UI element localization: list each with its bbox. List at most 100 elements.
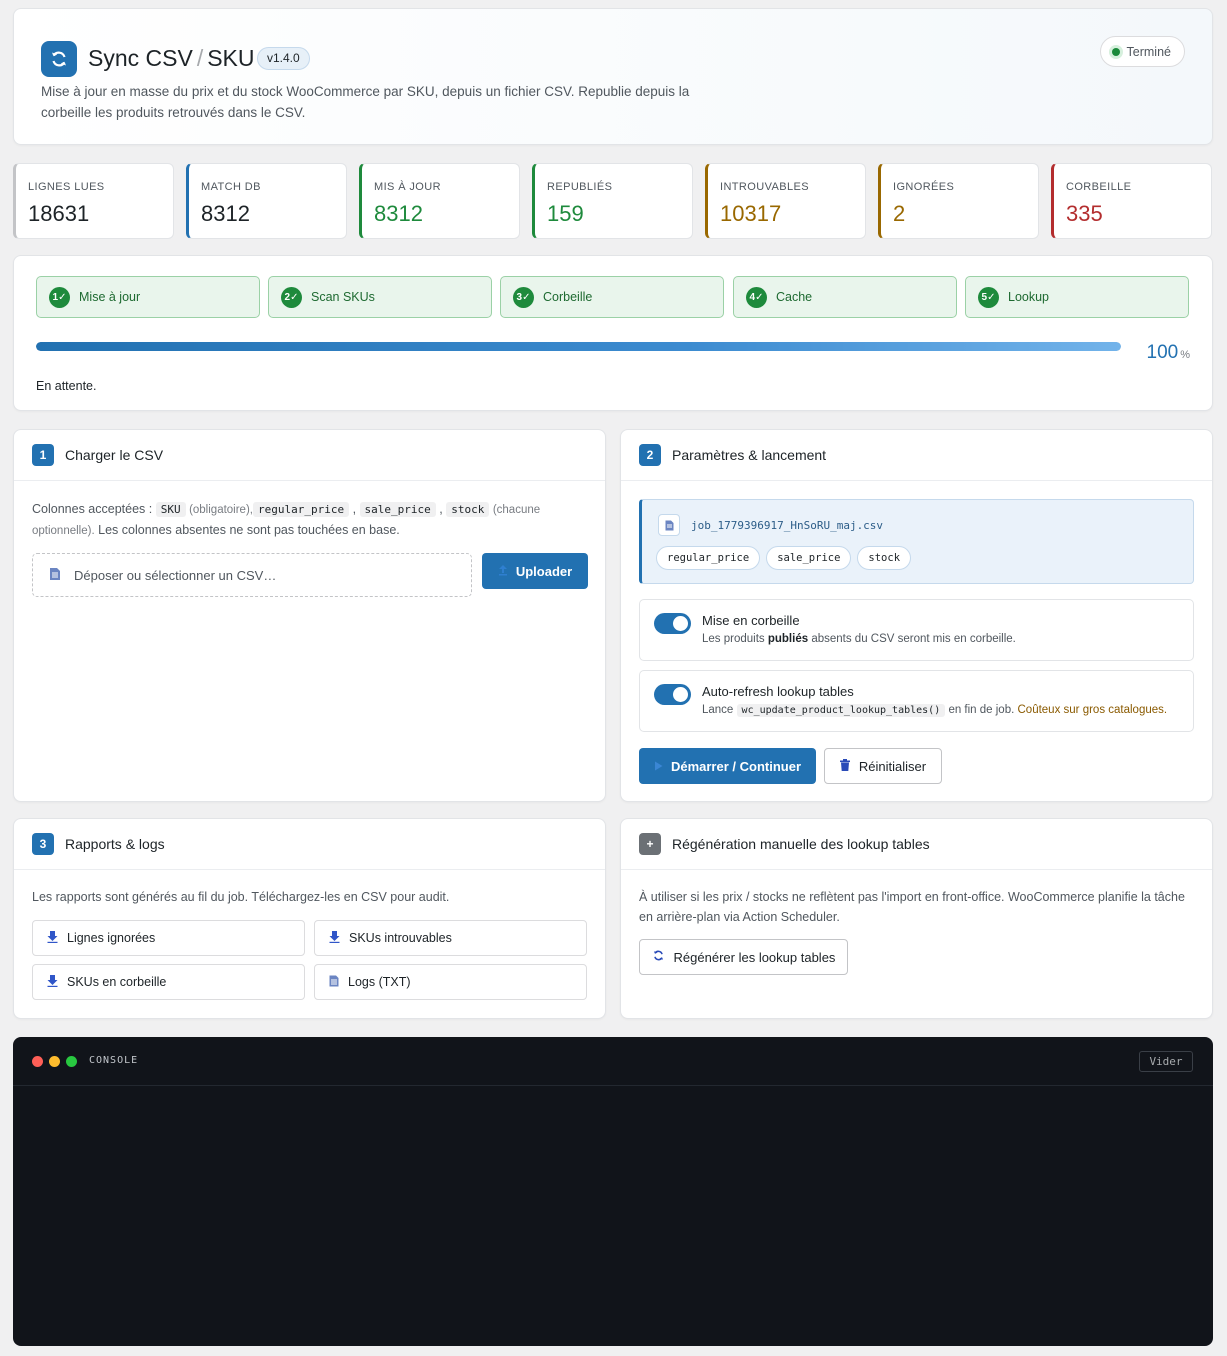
progress-percent: 100% (1146, 342, 1190, 363)
document-icon (329, 975, 339, 990)
column-chips: regular_price sale_price stock (656, 546, 912, 570)
document-icon (658, 514, 680, 536)
regen-panel: + Régénération manuelle des lookup table… (620, 818, 1213, 1019)
stat-value: 335 (1066, 201, 1103, 226)
stat-label: MIS À JOUR (374, 181, 441, 193)
step-label: Mise à jour (79, 290, 141, 304)
progress-bar (36, 342, 1121, 351)
plus-badge: + (639, 833, 661, 855)
console-title: CONSOLE (89, 1055, 139, 1066)
green-dot-icon (66, 1056, 77, 1067)
step-check-icon: 5 ✓ (978, 286, 999, 308)
download-missing-skus-button[interactable]: SKUs introuvables (314, 920, 587, 956)
regen-panel-header: + Régénération manuelle des lookup table… (621, 819, 1212, 870)
file-icon (49, 567, 61, 584)
header-card: Sync CSV / SKU v1.4.0 Mise à jour en masse… (13, 8, 1213, 145)
panel-title: Rapports & logs (65, 836, 165, 852)
version-badge: v1.4.0 (257, 47, 310, 70)
step-check-icon: 1 ✓ (49, 286, 70, 308)
panel-title: Régénération manuelle des lookup tables (672, 836, 930, 852)
stat-label: MATCH DB (201, 181, 261, 193)
step-label: Lookup (1008, 290, 1050, 304)
progress-fill (36, 342, 1121, 351)
red-dot-icon (32, 1056, 43, 1067)
trash-option-title: Mise en corbeille (702, 613, 800, 628)
regen-description: À utiliser si les prix / stocks ne reflè… (639, 890, 1185, 924)
column-chip: stock (857, 546, 912, 570)
stat-card: MIS À JOUR 8312 (359, 163, 520, 239)
stat-value: 18631 (28, 201, 90, 226)
column-chip: sale_price (766, 546, 852, 570)
play-icon (654, 759, 663, 774)
start-button[interactable]: Démarrer / Continuer (639, 748, 816, 784)
download-ignored-lines-button[interactable]: Lignes ignorées (32, 920, 305, 956)
reports-panel: 3 Rapports & logs Les rapports sont géné… (13, 818, 606, 1019)
lookup-option-desc: Lance wc_update_product_lookup_tables() … (702, 704, 1168, 717)
step-item: 4 ✓ Cache (733, 276, 957, 318)
download-icon (329, 930, 340, 946)
step-number-badge: 3 (32, 833, 54, 855)
lookup-option-title: Auto-refresh lookup tables (702, 684, 854, 699)
step-label: Cache (776, 290, 813, 304)
trash-option: Mise en corbeille Les produits publiés a… (639, 599, 1194, 661)
params-panel: 2 Paramètres & lancement job_1779396917_… (620, 429, 1213, 802)
status-dot-icon (1111, 47, 1120, 56)
reports-panel-header: 3 Rapports & logs (14, 819, 605, 870)
column-chip: regular_price (656, 546, 761, 570)
page-title: Sync CSV / SKU (88, 45, 255, 71)
stat-label: LIGNES LUES (28, 181, 105, 193)
stat-card: LIGNES LUES 18631 (13, 163, 174, 239)
lookup-toggle[interactable] (654, 684, 691, 705)
sync-icon (41, 41, 77, 77)
step-item: 3 ✓ Corbeille (500, 276, 724, 318)
clear-console-button[interactable]: Vider (1139, 1051, 1193, 1072)
steps-card: 1 ✓ Mise à jour 2 ✓ Scan SKUs 3 ✓ Corbeille 4 ✓ Cac… (13, 255, 1213, 411)
page-subtitle: Mise à jour en masse du prix et du stock… (41, 84, 690, 120)
stat-value: 8312 (201, 201, 250, 226)
step-label: Corbeille (543, 290, 593, 304)
upload-panel: 1 Charger le CSV Colonnes acceptées : SK… (13, 429, 606, 802)
reports-description: Les rapports sont générés au fil du job.… (32, 890, 450, 904)
step-check-icon: 3 ✓ (513, 286, 534, 308)
step-check-icon: 2 ✓ (281, 286, 302, 308)
csv-dropzone[interactable]: Déposer ou sélectionner un CSV… (32, 553, 472, 597)
console-panel: CONSOLE Vider (13, 1037, 1213, 1346)
upload-icon (498, 564, 508, 579)
regenerate-lookup-button[interactable]: Régénérer les lookup tables (639, 939, 848, 975)
trash-toggle[interactable] (654, 613, 691, 634)
stat-value: 2 (893, 201, 906, 226)
download-logs-button[interactable]: Logs (TXT) (314, 964, 587, 1000)
console-toolbar: CONSOLE Vider (13, 1037, 1213, 1086)
step-item: 2 ✓ Scan SKUs (268, 276, 492, 318)
upload-panel-header: 1 Charger le CSV (14, 430, 605, 481)
accepted-columns-text: Colonnes acceptées : SKU (obligatoire), r… (32, 502, 541, 537)
stat-label: REPUBLIÉS (547, 181, 613, 193)
params-panel-header: 2 Paramètres & lancement (621, 430, 1212, 481)
stat-value: 159 (547, 201, 584, 226)
reset-button[interactable]: Réinitialiser (824, 748, 942, 784)
trash-icon (839, 758, 850, 774)
progress-status: En attente. (36, 379, 97, 393)
stat-label: IGNORÉES (893, 181, 955, 193)
refresh-icon (652, 949, 665, 965)
stat-card: REPUBLIÉS 159 (532, 163, 693, 239)
uploaded-file-name: job_1779396917_HnSoRU_maj.csv (658, 514, 883, 536)
step-check-icon: 4 ✓ (746, 286, 767, 308)
step-number-badge: 2 (639, 444, 661, 466)
stat-label: INTROUVABLES (720, 181, 809, 193)
stat-card: IGNORÉES 2 (878, 163, 1039, 239)
step-label: Scan SKUs (311, 290, 375, 304)
stat-label: CORBEILLE (1066, 181, 1132, 193)
stat-card: CORBEILLE 335 (1051, 163, 1212, 239)
download-trashed-skus-button[interactable]: SKUs en corbeille (32, 964, 305, 1000)
step-number-badge: 1 (32, 444, 54, 466)
yellow-dot-icon (49, 1056, 60, 1067)
stat-card: MATCH DB 8312 (186, 163, 347, 239)
uploaded-file-box: job_1779396917_HnSoRU_maj.csv regular_pr… (639, 499, 1194, 584)
dropzone-placeholder: Déposer ou sélectionner un CSV… (74, 567, 277, 583)
step-item: 1 ✓ Mise à jour (36, 276, 260, 318)
download-icon (47, 974, 58, 990)
upload-button[interactable]: Uploader (482, 553, 588, 589)
panel-title: Charger le CSV (65, 447, 164, 463)
step-item: 5 ✓ Lookup (965, 276, 1189, 318)
